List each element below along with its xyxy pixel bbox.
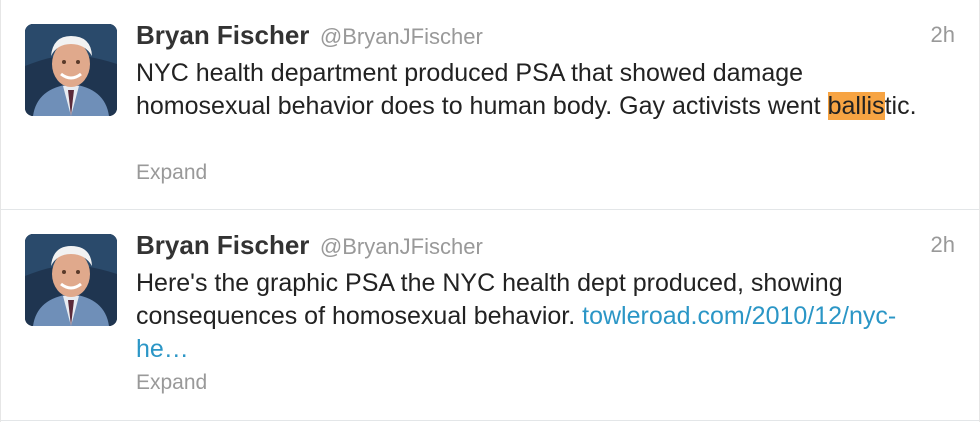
expand-link[interactable]: Expand (136, 161, 207, 185)
expand-link[interactable]: Expand (136, 371, 207, 395)
avatar-image (25, 234, 117, 326)
tweet-item[interactable]: Bryan Fischer @BryanJFischer 2h Here's t… (1, 210, 979, 421)
tweet-feed: Bryan Fischer @BryanJFischer 2h NYC heal… (0, 0, 980, 422)
user-handle[interactable]: @BryanJFischer (320, 24, 483, 49)
user-handle[interactable]: @BryanJFischer (320, 234, 483, 259)
tweet-text-part: tic. (884, 92, 917, 120)
user-fullname[interactable]: Bryan Fischer (136, 230, 309, 260)
tweet-timestamp[interactable]: 2h (931, 22, 955, 48)
tweet-text-part: NYC health department produced PSA that … (136, 59, 828, 120)
tweet-text: NYC health department produced PSA that … (136, 57, 936, 123)
tweet-header: Bryan Fischer @BryanJFischer 2h (136, 230, 959, 266)
tweet-item[interactable]: Bryan Fischer @BryanJFischer 2h NYC heal… (1, 0, 979, 210)
avatar[interactable] (25, 234, 117, 326)
tweet-text: Here's the graphic PSA the NYC health de… (136, 267, 936, 366)
tweet-timestamp[interactable]: 2h (931, 232, 955, 258)
user-fullname[interactable]: Bryan Fischer (136, 20, 309, 50)
tweet-header: Bryan Fischer @BryanJFischer 2h (136, 20, 959, 56)
avatar[interactable] (25, 24, 117, 116)
avatar-image (25, 24, 117, 116)
search-highlight: ballis (827, 92, 885, 120)
